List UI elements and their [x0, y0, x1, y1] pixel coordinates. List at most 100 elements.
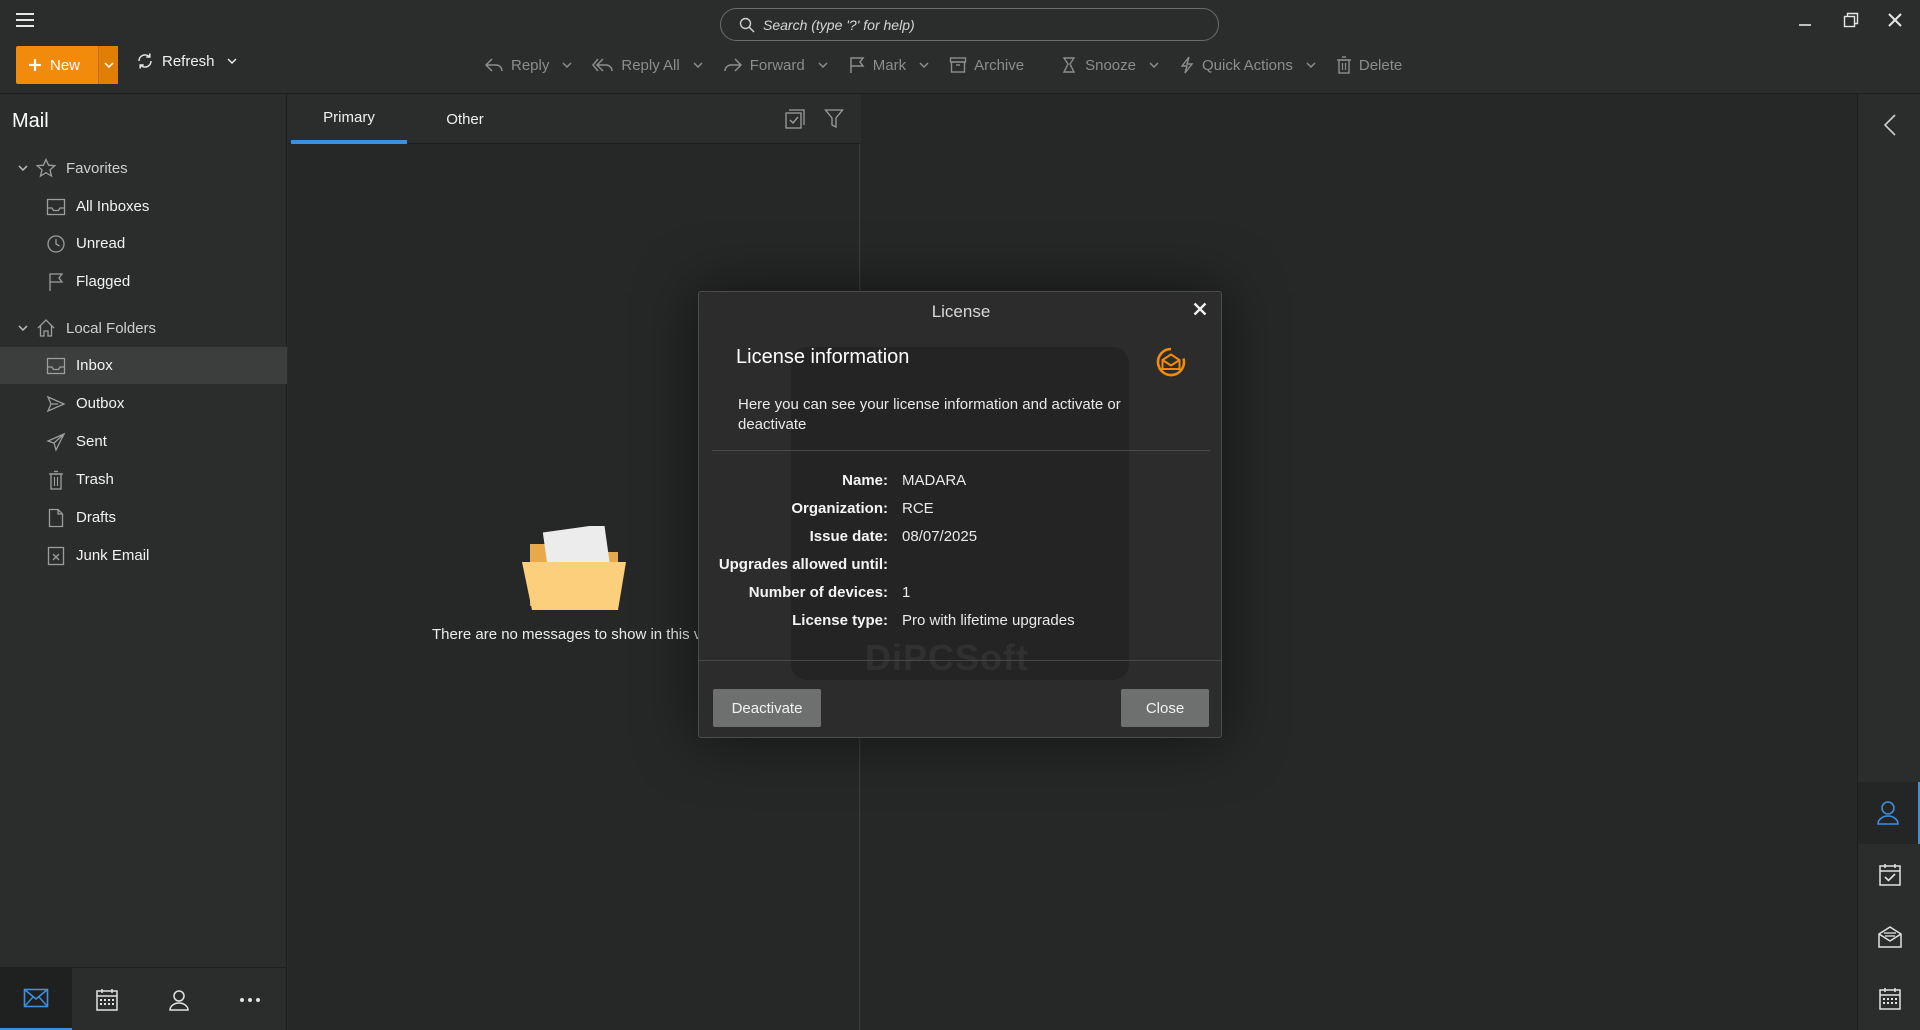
- chevron-down-icon[interactable]: [227, 58, 237, 64]
- new-button[interactable]: New: [16, 46, 98, 84]
- license-field-devices: Number of devices: 1: [699, 584, 1223, 608]
- field-label: Number of devices:: [748, 584, 888, 601]
- nav-more[interactable]: [215, 968, 287, 1030]
- trash-icon: [46, 470, 66, 490]
- chevron-down-icon[interactable]: [18, 165, 28, 171]
- empty-folder-icon: [522, 526, 628, 614]
- forward-label: Forward: [749, 56, 805, 74]
- search-icon: [739, 17, 755, 33]
- local-folders-group[interactable]: Local Folders: [0, 310, 287, 346]
- sidebar-item-label: Outbox: [76, 395, 125, 412]
- draft-icon: [46, 508, 66, 528]
- quick-actions-button[interactable]: Quick Actions: [1179, 52, 1316, 78]
- sent-icon: [46, 432, 66, 452]
- sidebar-item-label: Junk Email: [76, 547, 150, 564]
- forward-button[interactable]: Forward: [723, 52, 828, 78]
- chevron-down-icon: [103, 62, 114, 68]
- delete-button[interactable]: Delete: [1336, 52, 1402, 78]
- license-field-issue-date: Issue date: 08/07/2025: [699, 528, 1223, 552]
- hamburger-menu-icon[interactable]: [16, 12, 36, 28]
- sidebar-item-label: Flagged: [76, 273, 131, 290]
- chevron-left-icon: [1883, 113, 1897, 137]
- dialog-title: License: [931, 302, 991, 321]
- forward-icon: [723, 57, 743, 73]
- divider: [699, 660, 1221, 661]
- tab-primary[interactable]: Primary: [291, 94, 407, 144]
- collapse-pane-button[interactable]: [1858, 94, 1920, 156]
- sidebar-item-label: All Inboxes: [76, 198, 150, 215]
- restore-icon[interactable]: [1836, 8, 1866, 32]
- chevron-down-icon[interactable]: [693, 62, 703, 68]
- sidebar-item-outbox[interactable]: Outbox: [0, 385, 287, 422]
- close-button[interactable]: Close: [1121, 689, 1209, 727]
- tab-other[interactable]: Other: [407, 94, 523, 144]
- license-field-type: License type: Pro with lifetime upgrades: [699, 612, 1223, 636]
- deactivate-button[interactable]: Deactivate: [713, 689, 821, 727]
- bottom-navigation: [0, 967, 287, 1030]
- field-value: Pro with lifetime upgrades: [902, 612, 1075, 629]
- filter-icon[interactable]: [824, 108, 846, 130]
- delete-label: Delete: [1358, 56, 1403, 74]
- person-icon: [1876, 800, 1900, 826]
- right-rail: [1857, 94, 1920, 1030]
- sidebar-item-sent[interactable]: Sent: [0, 423, 287, 460]
- mark-button[interactable]: Mark: [848, 52, 929, 78]
- sidebar-item-junk-email[interactable]: Junk Email: [0, 537, 287, 574]
- sidebar-item-inbox[interactable]: Inbox: [0, 347, 287, 384]
- sidebar-title: Mail: [12, 110, 49, 132]
- calendar-panel-button[interactable]: [1858, 968, 1920, 1030]
- snooze-button[interactable]: Snooze: [1060, 52, 1159, 78]
- chevron-down-icon[interactable]: [919, 62, 929, 68]
- snooze-icon: [1060, 56, 1078, 74]
- dialog-description: Here you can see your license informatio…: [738, 396, 1121, 433]
- close-window-icon[interactable]: [1880, 8, 1910, 32]
- sidebar-item-label: Drafts: [76, 509, 117, 526]
- license-field-organization: Organization: RCE: [699, 500, 1223, 524]
- favorites-group[interactable]: Favorites: [0, 150, 287, 186]
- refresh-button[interactable]: Refresh: [136, 52, 237, 70]
- archive-button[interactable]: Archive: [949, 52, 1024, 78]
- reply-label: Reply: [511, 56, 550, 74]
- minimize-icon[interactable]: [1790, 8, 1820, 32]
- chevron-down-icon[interactable]: [1149, 62, 1159, 68]
- sidebar-item-unread[interactable]: Unread: [0, 225, 287, 262]
- sidebar-item-flagged[interactable]: Flagged: [0, 263, 287, 300]
- dialog-close-icon[interactable]: [1189, 298, 1211, 320]
- sidebar-item-label: Sent: [76, 433, 107, 450]
- reply-all-button[interactable]: Reply All: [592, 52, 703, 78]
- sidebar-item-trash[interactable]: Trash: [0, 461, 287, 498]
- mail-panel-button[interactable]: [1858, 906, 1920, 968]
- mark-label: Mark: [872, 56, 907, 74]
- chevron-down-icon[interactable]: [18, 325, 28, 331]
- field-label: License type:: [792, 612, 888, 629]
- mail-icon: [23, 988, 49, 1008]
- nav-calendar[interactable]: [72, 968, 144, 1030]
- chevron-down-icon[interactable]: [818, 62, 828, 68]
- archive-label: Archive: [974, 56, 1025, 74]
- chevron-down-icon[interactable]: [1306, 62, 1316, 68]
- sidebar-item-drafts[interactable]: Drafts: [0, 499, 287, 536]
- nav-mail[interactable]: [0, 968, 72, 1030]
- snooze-label: Snooze: [1085, 56, 1136, 74]
- reply-all-label: Reply All: [621, 56, 680, 74]
- field-value: 1: [902, 584, 911, 601]
- new-dropdown-button[interactable]: [98, 46, 118, 84]
- flag-icon: [46, 272, 66, 292]
- contacts-panel-button[interactable]: [1858, 782, 1920, 844]
- calendar-icon: [95, 988, 119, 1012]
- search-input[interactable]: Search (type '?' for help): [720, 8, 1219, 41]
- reply-button[interactable]: Reply: [484, 52, 572, 78]
- more-icon: [240, 997, 261, 1002]
- outbox-icon: [46, 395, 66, 413]
- sidebar-item-label: Unread: [76, 235, 126, 252]
- sidebar-item-all-inboxes[interactable]: All Inboxes: [0, 188, 287, 225]
- tasks-panel-button[interactable]: [1858, 844, 1920, 906]
- sidebar-item-label: Inbox: [76, 357, 113, 374]
- license-field-upgrades: Upgrades allowed until:: [699, 556, 1223, 580]
- flag-icon: [848, 56, 866, 74]
- chevron-down-icon[interactable]: [562, 62, 572, 68]
- nav-contacts[interactable]: [143, 968, 215, 1030]
- new-label: New: [50, 56, 81, 74]
- select-all-icon[interactable]: [784, 108, 806, 130]
- license-dialog: DiPCSoft License License information Her…: [698, 291, 1222, 738]
